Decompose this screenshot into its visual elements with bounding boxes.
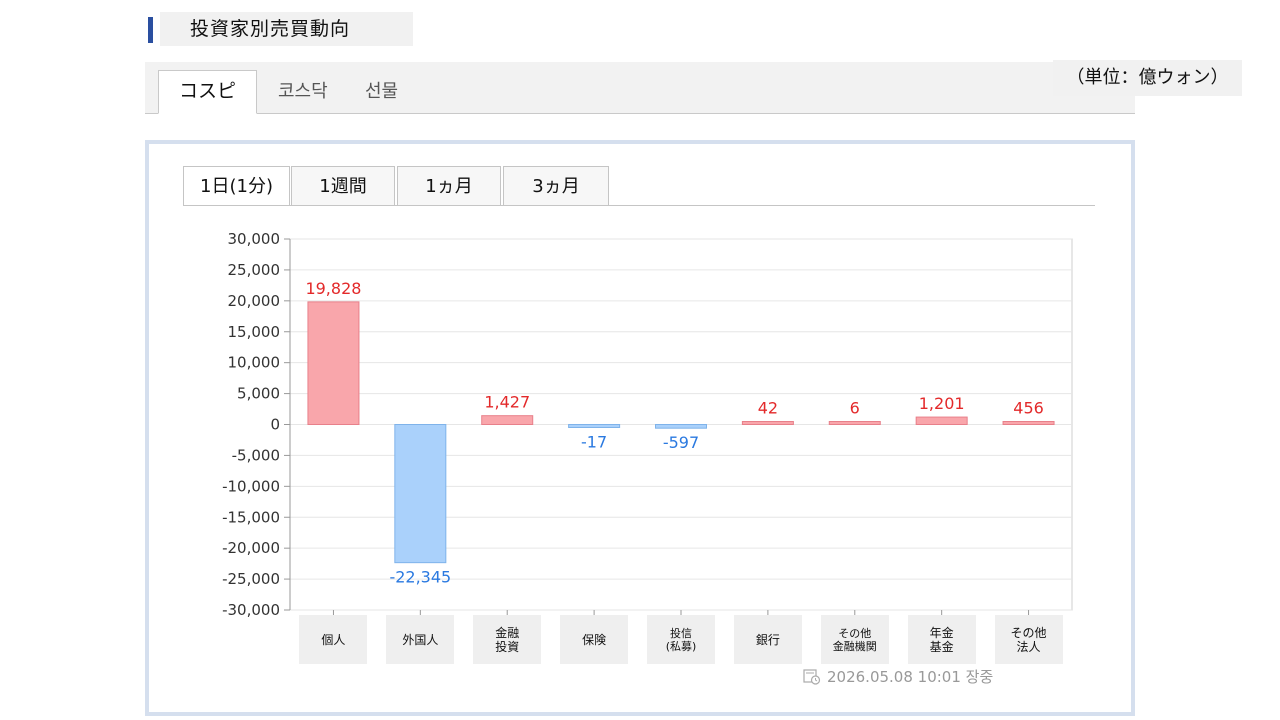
x-category-label: 銀行 bbox=[733, 615, 802, 664]
y-tick-label: 25,000 bbox=[228, 261, 281, 279]
data-label: 1,427 bbox=[484, 393, 530, 412]
investor-trading-widget: 投資家別売買動向 コスピ 코스닥 선물 （単位：億ウォン） 1日(1分) 1週間… bbox=[0, 0, 1280, 720]
data-label: -17 bbox=[581, 433, 607, 452]
bar-chart: 30,000 25,000 20,000 15,000 10,000 5,000 0 -5,0… bbox=[222, 230, 1073, 619]
bar bbox=[394, 424, 447, 564]
clock-icon bbox=[803, 668, 821, 685]
x-category-label: 年金 基金 bbox=[907, 615, 976, 664]
x-category-label: 外国人 bbox=[386, 615, 455, 664]
y-tick-label: 15,000 bbox=[228, 323, 281, 341]
bar bbox=[828, 421, 881, 425]
y-tick-label: 30,000 bbox=[228, 230, 281, 248]
x-category-label: 金融 投資 bbox=[473, 615, 542, 664]
y-tick-label: -10,000 bbox=[222, 477, 280, 495]
y-tick-label: -5,000 bbox=[232, 446, 280, 464]
y-tick-label: 20,000 bbox=[228, 292, 281, 310]
bar bbox=[915, 416, 968, 426]
data-label: 19,828 bbox=[305, 279, 361, 298]
y-tick-label: -15,000 bbox=[222, 508, 280, 526]
bar bbox=[741, 421, 794, 425]
y-tick-label: -20,000 bbox=[222, 539, 280, 557]
data-label: 6 bbox=[850, 399, 860, 418]
update-timestamp: 2026.05.08 10:01 장중 bbox=[803, 666, 993, 687]
y-tick-label: 10,000 bbox=[228, 354, 281, 372]
timestamp-text: 2026.05.08 10:01 장중 bbox=[827, 668, 994, 686]
x-category-label: 投信 (私募) bbox=[647, 615, 715, 664]
y-tick-label: -25,000 bbox=[222, 570, 280, 588]
bar bbox=[1002, 421, 1055, 425]
data-label: 456 bbox=[1013, 399, 1044, 418]
data-label: 42 bbox=[758, 399, 778, 418]
x-category-label: 保険 bbox=[560, 615, 629, 664]
bar bbox=[481, 415, 534, 426]
data-label: 1,201 bbox=[919, 394, 965, 413]
x-category-label: その他 金融機関 bbox=[820, 615, 889, 664]
x-category-label: 個人 bbox=[299, 615, 368, 664]
bar bbox=[307, 301, 360, 426]
bar bbox=[568, 424, 621, 428]
y-tick-label: 0 bbox=[270, 416, 280, 434]
y-tick-label: 5,000 bbox=[237, 385, 280, 403]
x-category-label: その他 法人 bbox=[994, 615, 1063, 664]
y-tick-label: -30,000 bbox=[222, 601, 280, 619]
bar bbox=[655, 424, 707, 429]
data-label: -597 bbox=[663, 433, 699, 452]
data-label: -22,345 bbox=[389, 568, 451, 587]
